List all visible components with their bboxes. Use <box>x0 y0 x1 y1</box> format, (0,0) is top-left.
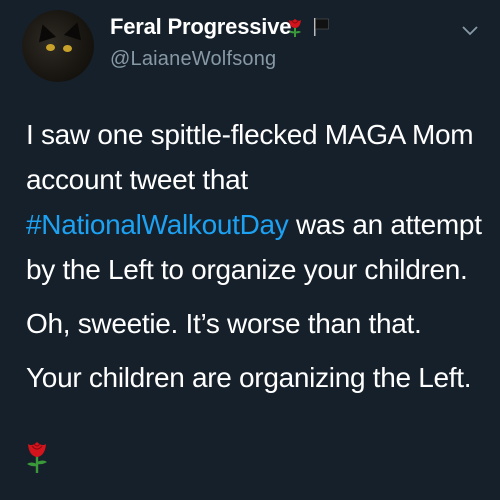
tweet-paragraph-2: Oh, sweetie. It’s worse than that. <box>26 308 422 339</box>
chevron-down-icon[interactable] <box>462 26 478 36</box>
tweet-text-part: I saw one spittle-flecked MAGA Mom accou… <box>26 119 474 195</box>
cat-eye-left <box>46 44 55 51</box>
cat-ear-left <box>33 21 57 43</box>
name-badges <box>286 16 330 40</box>
display-name[interactable]: Feral Progressive <box>110 14 291 40</box>
black-flag-icon <box>314 18 330 36</box>
cat-ear-right <box>63 19 87 41</box>
hashtag-link[interactable]: #NationalWalkoutDay <box>26 209 289 240</box>
tweet-card: Feral Progressive @LaianeWolfsong I saw … <box>0 0 500 500</box>
rose-icon <box>289 19 301 37</box>
avatar[interactable] <box>22 10 94 82</box>
tweet-text: I saw one spittle-flecked MAGA Mom accou… <box>26 112 486 409</box>
tweet-paragraph-3: Your children are organizing the Left. <box>26 362 472 393</box>
tweet-paragraph-1: I saw one spittle-flecked MAGA Mom accou… <box>26 112 486 292</box>
rose-icon <box>27 442 47 473</box>
cat-eye-right <box>63 45 72 52</box>
user-handle[interactable]: @LaianeWolfsong <box>110 48 276 71</box>
